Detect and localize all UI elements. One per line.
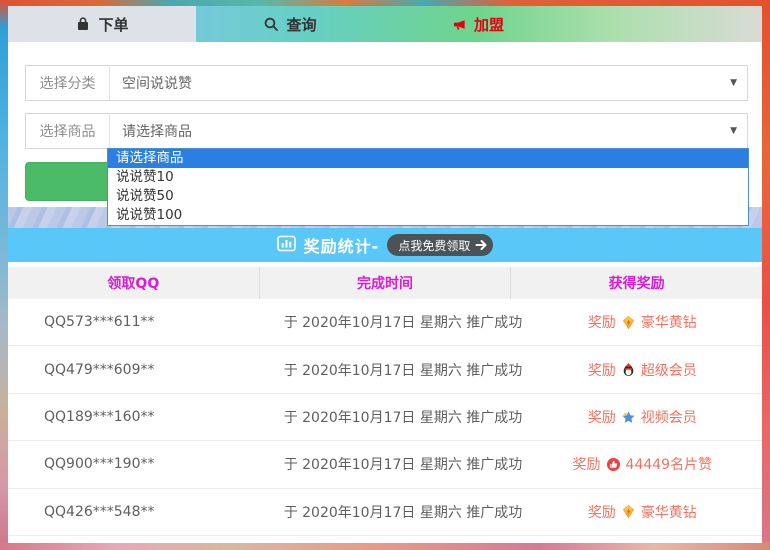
product-label: 选择商品 bbox=[26, 114, 110, 148]
background-bottom bbox=[0, 542, 770, 550]
table-row: QQ573***611** 于 2020年10月17日 星期六 推广成功 奖励 … bbox=[8, 299, 762, 346]
reward-prefix: 奖励 bbox=[573, 454, 601, 474]
reward-name: 豪华黄钻 bbox=[641, 502, 697, 522]
diamond-icon bbox=[621, 504, 636, 519]
dropdown-option[interactable]: 说说赞100 bbox=[108, 206, 748, 225]
megaphone-icon bbox=[452, 17, 467, 32]
table-row: QQ189***160** 于 2020年10月17日 星期六 推广成功 奖励 … bbox=[8, 394, 762, 441]
product-dropdown-list: 请选择商品说说赞10说说赞50说说赞100 bbox=[107, 148, 749, 226]
background-right bbox=[761, 0, 770, 550]
thumb-icon bbox=[606, 457, 621, 472]
reward-cell: 奖励 44449名片赞 bbox=[523, 441, 762, 487]
star-icon bbox=[621, 410, 636, 425]
header-reward: 获得奖励 bbox=[511, 267, 762, 299]
reward-cell: 奖励 视频会员 bbox=[523, 394, 762, 440]
reward-prefix: 奖励 bbox=[588, 407, 616, 427]
product-value: 请选择商品 bbox=[122, 121, 192, 141]
reward-stats-card: 奖励统计- 点我免费领取 领取QQ 完成时间 获得奖励 QQ573***611*… bbox=[8, 228, 762, 543]
qq-cell: QQ426***548** bbox=[8, 489, 283, 535]
reward-prefix: 奖励 bbox=[588, 312, 616, 332]
reward-prefix: 奖励 bbox=[588, 502, 616, 522]
reward-cell: 奖励 豪华黄钻 bbox=[523, 299, 762, 345]
product-row: 选择商品 请选择商品 ▼ bbox=[25, 113, 748, 149]
dropdown-option[interactable]: 请选择商品 bbox=[108, 149, 748, 168]
background-left bbox=[0, 0, 8, 550]
reward-cell: 奖励 超级会员 bbox=[523, 346, 762, 392]
dropdown-option[interactable]: 说说赞50 bbox=[108, 187, 748, 206]
reward-stats-banner: 奖励统计- 点我免费领取 bbox=[8, 228, 762, 262]
qq-cell: QQ189***160** bbox=[8, 394, 283, 440]
time-cell: 于 2020年10月17日 星期六 推广成功 bbox=[283, 394, 522, 440]
category-label: 选择分类 bbox=[26, 66, 110, 100]
tab-bar: 下单 查询 加盟 bbox=[8, 6, 762, 42]
qq-cell: QQ573***611** bbox=[8, 299, 283, 345]
tab-order-label: 下单 bbox=[98, 14, 128, 35]
tab-query[interactable]: 查询 bbox=[196, 6, 384, 42]
table-row: QQ900***190** 于 2020年10月17日 星期六 推广成功 奖励 … bbox=[8, 441, 762, 488]
tab-query-label: 查询 bbox=[286, 14, 316, 35]
qq-cell: QQ479***609** bbox=[8, 346, 283, 392]
diamond-icon bbox=[621, 315, 636, 330]
reward-cell: 奖励 豪华黄钻 bbox=[523, 489, 762, 535]
reward-name: 超级会员 bbox=[641, 360, 697, 380]
table-body: QQ573***611** 于 2020年10月17日 星期六 推广成功 奖励 … bbox=[8, 299, 762, 536]
tab-order[interactable]: 下单 bbox=[8, 6, 196, 42]
reward-prefix: 奖励 bbox=[588, 360, 616, 380]
reward-name: 视频会员 bbox=[641, 407, 697, 427]
dropdown-option[interactable]: 说说赞10 bbox=[108, 168, 748, 187]
chevron-down-icon: ▼ bbox=[730, 78, 737, 88]
reward-name: 44449名片赞 bbox=[626, 454, 713, 474]
header-qq: 领取QQ bbox=[8, 267, 260, 299]
table-row: QQ479***609** 于 2020年10月17日 星期六 推广成功 奖励 … bbox=[8, 346, 762, 393]
time-cell: 于 2020年10月17日 星期六 推广成功 bbox=[283, 346, 522, 392]
free-claim-button[interactable]: 点我免费领取 bbox=[387, 234, 493, 256]
category-row: 选择分类 空间说说赞 ▼ bbox=[25, 65, 748, 101]
category-value: 空间说说赞 bbox=[122, 73, 192, 93]
time-cell: 于 2020年10月17日 星期六 推广成功 bbox=[283, 299, 522, 345]
arrow-right-icon bbox=[475, 239, 488, 251]
time-cell: 于 2020年10月17日 星期六 推广成功 bbox=[283, 489, 522, 535]
chevron-down-icon: ▼ bbox=[730, 126, 737, 136]
category-select[interactable]: 空间说说赞 ▼ bbox=[110, 66, 747, 100]
header-time: 完成时间 bbox=[260, 267, 512, 299]
bag-icon bbox=[75, 16, 91, 32]
product-select[interactable]: 请选择商品 ▼ bbox=[110, 114, 747, 148]
table-header: 领取QQ 完成时间 获得奖励 bbox=[8, 267, 762, 299]
search-icon bbox=[263, 16, 279, 32]
table-row: QQ426***548** 于 2020年10月17日 星期六 推广成功 奖励 … bbox=[8, 489, 762, 536]
reward-name: 豪华黄钻 bbox=[641, 312, 697, 332]
free-claim-label: 点我免费领取 bbox=[398, 237, 470, 254]
bar-chart-icon bbox=[277, 235, 296, 256]
qq-cell: QQ900***190** bbox=[8, 441, 283, 487]
tab-join-label: 加盟 bbox=[474, 14, 504, 35]
time-cell: 于 2020年10月17日 星期六 推广成功 bbox=[283, 441, 522, 487]
reward-stats-title: 奖励统计- bbox=[304, 233, 380, 257]
penguin-icon bbox=[621, 362, 636, 377]
tab-join[interactable]: 加盟 bbox=[384, 6, 572, 42]
